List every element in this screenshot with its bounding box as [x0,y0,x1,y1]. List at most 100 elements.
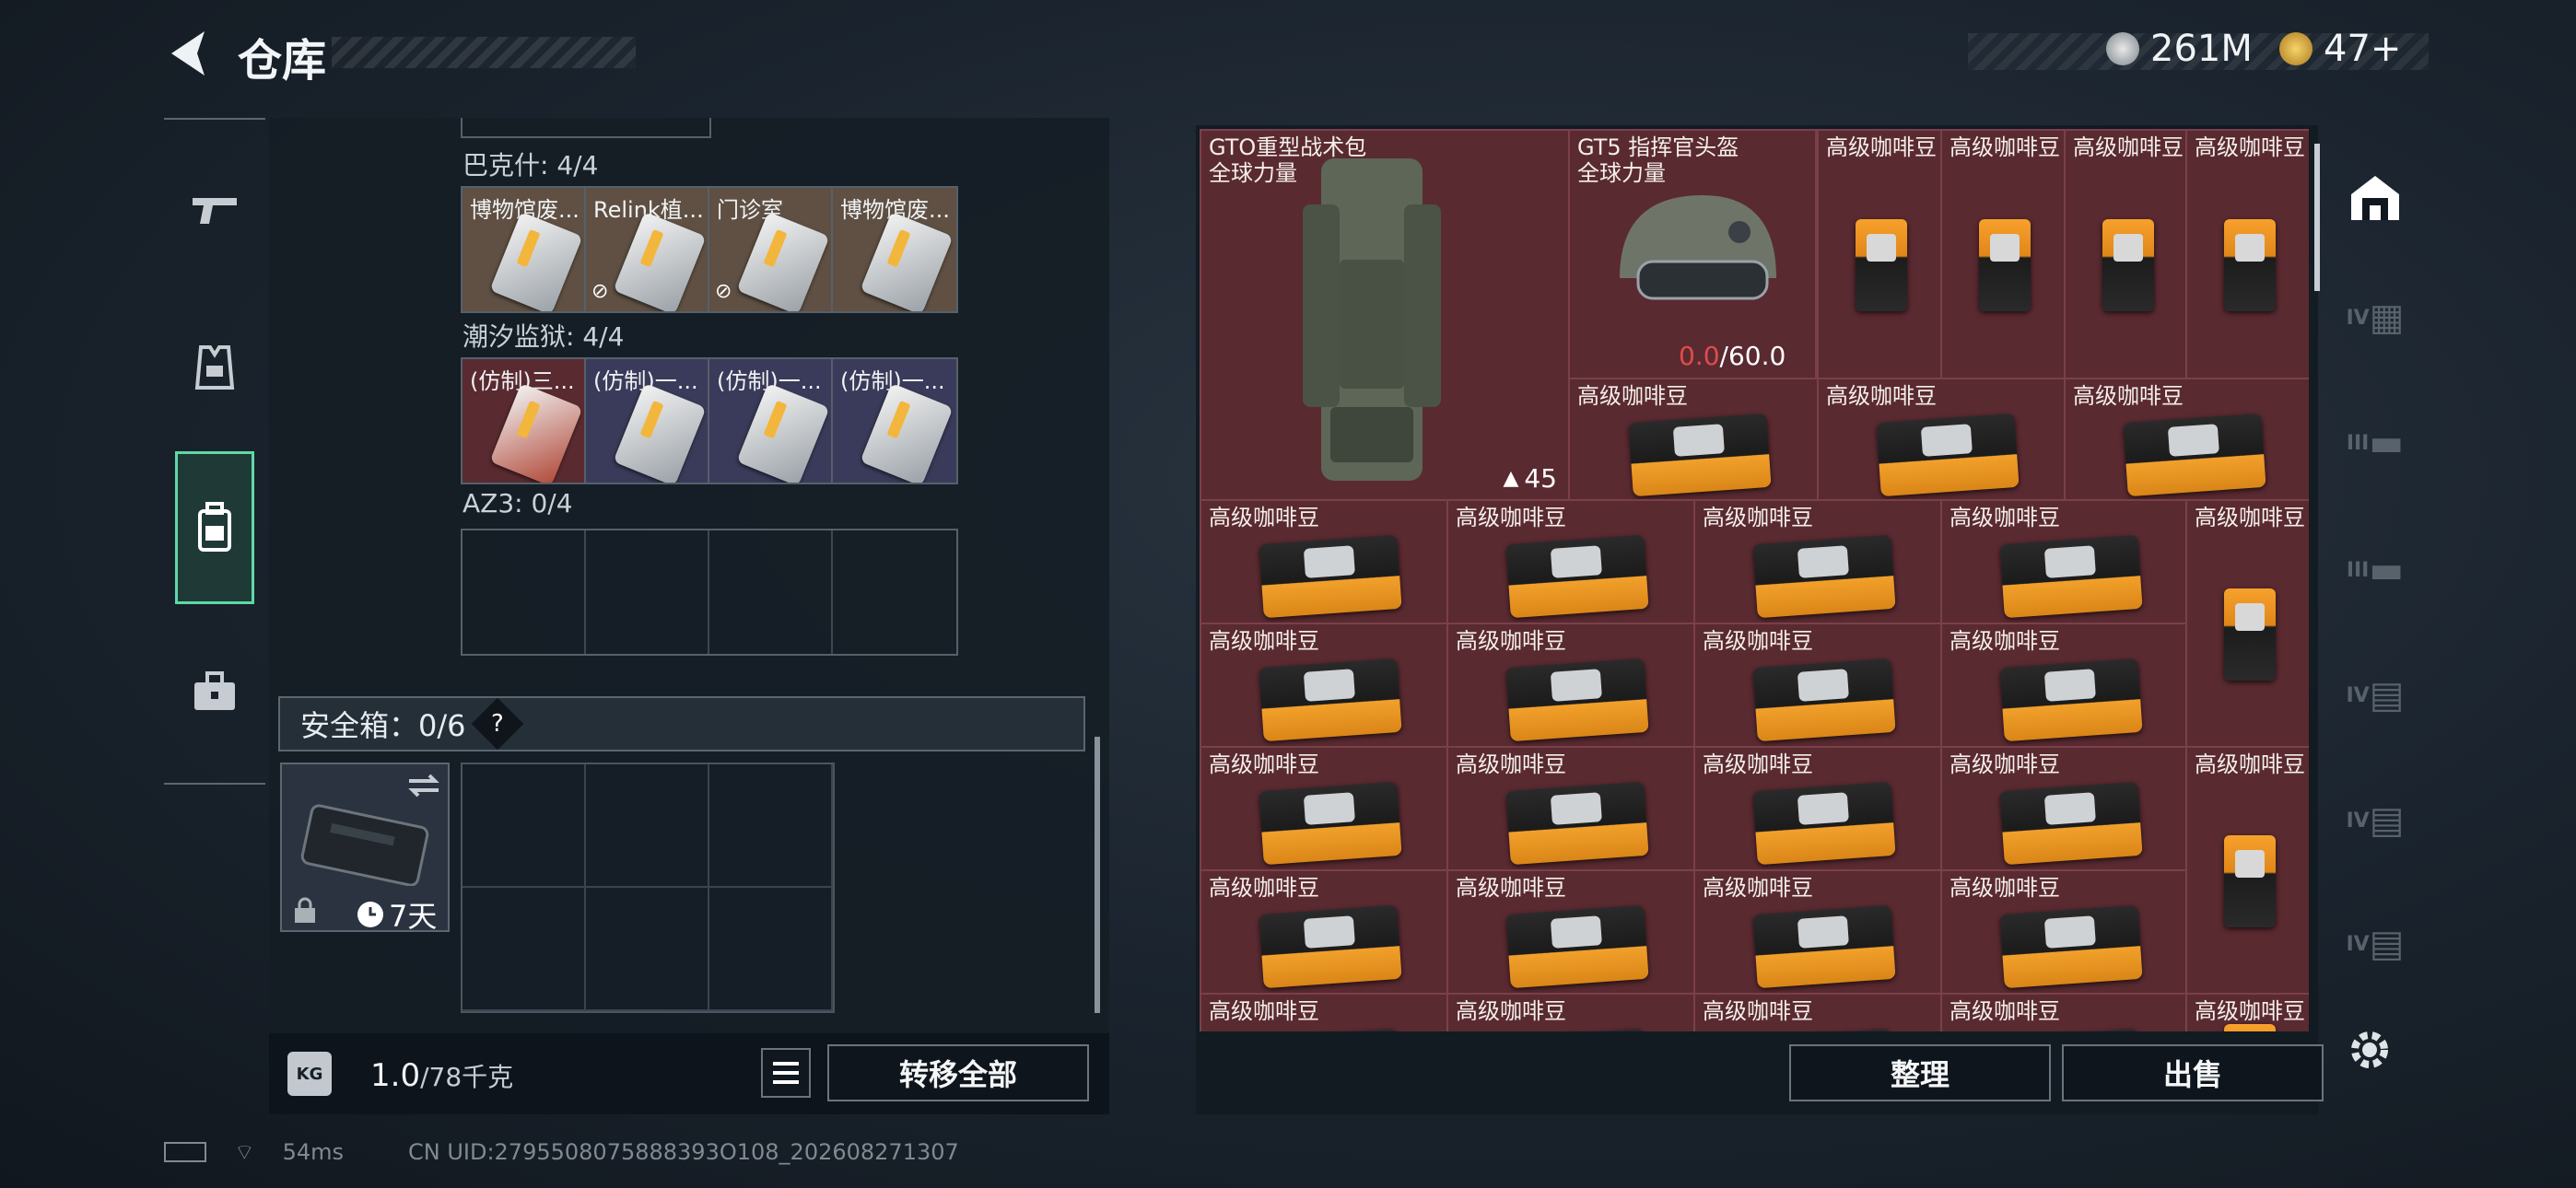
capacity-badge: ▲ 45 [1503,463,1557,494]
coffee-bag-icon [2224,1024,2276,1031]
coffee-bag-icon [1856,219,1907,311]
coffee-bean-item[interactable]: 高级咖啡豆 [2064,129,2189,379]
backpack-item[interactable]: GTO重型战术包 全球力量 ▲ 45 [1200,129,1570,501]
left-scrollbar[interactable] [1095,737,1100,1013]
item-name: 高级咖啡豆 [1950,875,2060,901]
coffee-bean-item[interactable]: 高级咖啡豆 [1446,499,1695,624]
coffee-bean-item[interactable]: 高级咖啡豆 [2185,499,2309,748]
sort-button[interactable]: 整理 [1789,1044,2051,1101]
coffee-bean-item[interactable]: 高级咖啡豆 [2185,129,2309,379]
coffee-bean-item[interactable]: 高级咖啡豆 [1200,746,1448,871]
item-name: 高级咖啡豆 [1456,751,1566,777]
safe-slot[interactable] [586,888,709,1011]
key-slot-row: (仿制)三... (仿制)一... (仿制)一... (仿制)一... [461,357,958,484]
rifle-icon: ▬ [2369,422,2405,464]
coffee-bean-item[interactable]: 高级咖啡豆 [1200,869,1448,995]
coffee-bean-item[interactable]: 高级咖啡豆 [1817,378,2066,503]
coffee-bean-item[interactable]: 高级咖啡豆 [1817,129,1942,379]
key-section-title: 巴克什: 4/4 [463,150,599,181]
key-slot[interactable]: (仿制)三... [463,359,586,483]
coffee-bean-item[interactable]: 高级咖啡豆 [2185,993,2309,1031]
safe-slot[interactable] [709,888,833,1011]
coffee-bean-item[interactable]: 高级咖啡豆 [1693,746,1942,871]
safe-slot[interactable] [463,888,586,1011]
gold-currency[interactable]: 47+ [2279,28,2401,70]
item-name: 高级咖啡豆 [1826,383,1937,409]
coffee-bean-item[interactable]: 高级咖啡豆 [1693,499,1942,624]
coffee-bean-item[interactable]: 高级咖啡豆 [1200,499,1448,624]
coffee-bag-icon [1999,1028,2143,1031]
settings-gear-icon[interactable] [2344,1024,2395,1076]
safe-box-item[interactable]: 7天 [280,763,450,934]
coffee-bag-icon [1505,781,1649,866]
coffee-bean-item[interactable]: 高级咖啡豆 [1568,378,1819,503]
no-insure-icon: ⊘ [715,280,732,303]
sell-button[interactable]: 出售 [2062,1044,2324,1101]
item-name: 高级咖啡豆 [2073,383,2184,409]
coffee-bean-item[interactable]: 高级咖啡豆 [1693,993,1942,1031]
nav-equipment[interactable] [175,291,254,444]
coffee-bean-item[interactable]: 高级咖啡豆 [1940,993,2189,1031]
coffee-bean-item[interactable]: 高级咖啡豆 [1200,623,1448,748]
tab-tier[interactable]: IV ▤ [2336,770,2414,871]
key-slot[interactable]: 博物馆废... [833,188,956,311]
nav-tools[interactable] [175,615,254,768]
coffee-bean-item[interactable]: 高级咖啡豆 [1446,746,1695,871]
coffee-bean-item[interactable]: 高级咖啡豆 [1446,993,1695,1031]
tab-tier[interactable]: IV ▤ [2336,645,2414,746]
key-slot[interactable]: (仿制)一... [586,359,709,483]
item-name: 高级咖啡豆 [1950,505,2060,530]
coffee-bag-icon [1259,904,1402,989]
tab-all[interactable] [2336,147,2414,249]
nav-containers[interactable] [175,451,254,604]
item-name: 高级咖啡豆 [2195,998,2305,1024]
safe-slot[interactable] [586,764,709,888]
tab-tier[interactable]: III ▬ [2336,392,2414,494]
key-slot[interactable] [586,530,709,654]
stash-scrollbar[interactable] [2314,144,2320,291]
key-slot[interactable]: (仿制)一... [833,359,956,483]
key-slot[interactable]: 门诊室 ⊘ [709,188,833,311]
coffee-bag-icon [1752,534,1896,619]
key-slot[interactable] [709,530,833,654]
list-view-button[interactable] [761,1048,811,1098]
coffee-bag-icon [1259,1028,1402,1031]
item-name: 高级咖啡豆 [2195,134,2305,160]
coffee-bag-icon [1876,413,2020,497]
nav-weapons[interactable] [175,133,254,285]
folder-icon: ▤ [2369,799,2405,842]
key-card-icon [860,211,954,311]
coffee-bean-item[interactable]: 高级咖啡豆 [1446,623,1695,748]
clock-icon [357,902,383,927]
key-slot[interactable]: Relink植... ⊘ [586,188,709,311]
coffee-bean-item[interactable]: 高级咖啡豆 [2064,378,2309,503]
helmet-item[interactable]: GT5 指挥官头盔 全球力量 0.0/60.0 [1568,129,1817,379]
coffee-bean-item[interactable]: 高级咖啡豆 [1446,869,1695,995]
safe-slot[interactable] [463,764,586,888]
coffee-bean-item[interactable]: 高级咖啡豆 [1940,869,2189,995]
coffee-bean-item[interactable]: 高级咖啡豆 [1693,623,1942,748]
back-arrow-icon[interactable] [164,28,210,79]
item-name: 高级咖啡豆 [2195,751,2305,777]
key-slot[interactable] [463,530,586,654]
safe-slot[interactable] [709,764,833,888]
coffee-bean-item[interactable]: 高级咖啡豆 [1940,746,2189,871]
coffee-bean-item[interactable]: 高级咖啡豆 [1940,129,2066,379]
coffee-bean-item[interactable]: 高级咖啡豆 [2185,746,2309,995]
tab-tier[interactable]: IV ▦ [2336,267,2414,368]
key-slot[interactable]: 博物馆废... [463,188,586,311]
coffee-bean-item[interactable]: 高级咖啡豆 [1940,623,2189,748]
item-name: 高级咖啡豆 [1577,383,1688,409]
coffee-bean-item[interactable]: 高级咖啡豆 [1940,499,2189,624]
key-slot[interactable]: (仿制)一... [709,359,833,483]
coffee-bag-icon [2123,413,2266,497]
coffee-bean-item[interactable]: 高级咖啡豆 [1200,993,1448,1031]
tab-tier[interactable]: III ▬ [2336,519,2414,621]
coffee-bean-item[interactable]: 高级咖啡豆 [1693,869,1942,995]
help-icon[interactable]: ? [471,697,523,751]
tab-tier[interactable]: IV ▤ [2336,893,2414,995]
key-slot[interactable] [833,530,956,654]
status-bar: ⌔ 54ms CN UID:2795508075888393O108_20260… [164,1138,959,1166]
transfer-all-button[interactable]: 转移全部 [827,1044,1089,1101]
swap-icon[interactable] [407,772,440,799]
